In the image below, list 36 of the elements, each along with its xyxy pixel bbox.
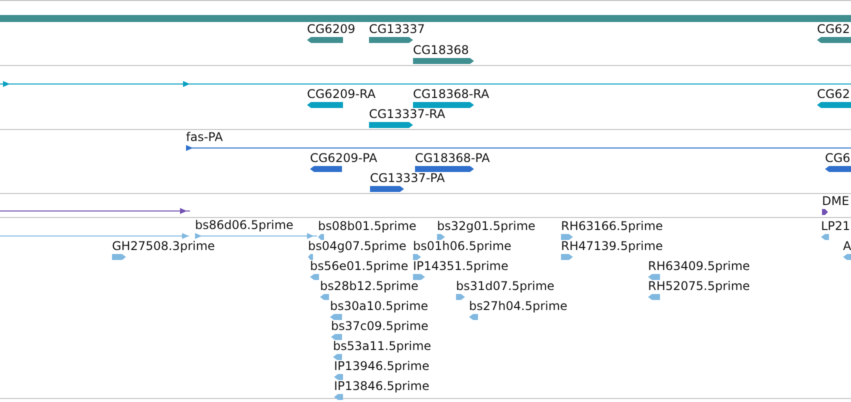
feature-label: RH52075.5prime bbox=[648, 279, 750, 293]
feature-label: CG13337-PA bbox=[370, 171, 445, 185]
feature-label: CG18368-PA bbox=[415, 151, 490, 165]
feature-label: bs27h04.5prime bbox=[469, 299, 568, 313]
feature-label: bs32g01.5prime bbox=[437, 219, 536, 233]
feature-label: IP13846.5prime bbox=[334, 379, 430, 393]
feature-label: bs86d06.5prime bbox=[195, 218, 294, 232]
feature-label: bs56e01.5prime bbox=[310, 259, 408, 273]
feature-label: fas-PA bbox=[186, 130, 224, 144]
feature-label: bs04g07.5prime bbox=[308, 239, 406, 253]
feature-label: RH63166.5prime bbox=[561, 219, 663, 233]
feature-label: RH47139.5prime bbox=[561, 239, 663, 253]
feature-label: LP21 bbox=[821, 219, 850, 233]
feature-label: IP13946.5prime bbox=[334, 359, 430, 373]
feature-label: bs53a11.5prime bbox=[333, 339, 432, 353]
feature-label: CG62 bbox=[817, 87, 851, 101]
feature-label: bs37c09.5prime bbox=[331, 319, 428, 333]
feature-label: CG13337 bbox=[369, 22, 425, 36]
feature-label: bs31d07.5prime bbox=[456, 279, 554, 293]
feature-label: A bbox=[843, 239, 851, 253]
feature-label: DME bbox=[822, 194, 850, 208]
feature-label: IP14351.5prime bbox=[413, 259, 508, 273]
feature-label: CG13337-RA bbox=[369, 107, 446, 121]
feature-label: CG18368-RA bbox=[413, 87, 490, 101]
feature-label: CG62 bbox=[817, 22, 851, 36]
feature-label: CG18368 bbox=[413, 43, 470, 57]
feature-label: bs08b01.5prime bbox=[318, 219, 416, 233]
feature-label: CG6209-RA bbox=[307, 87, 376, 101]
feature-label: bs01h06.5prime bbox=[413, 239, 512, 253]
feature-label: bs30a10.5prime bbox=[330, 299, 428, 313]
feature-label: CG6 bbox=[825, 151, 851, 165]
feature-label: CG6209-PA bbox=[310, 151, 378, 165]
feature-label: RH63409.5prime bbox=[648, 259, 750, 273]
feature-label: bs28b12.5prime bbox=[320, 279, 418, 293]
feature-label: CG6209 bbox=[307, 22, 356, 36]
feature-label: GH27508.3prime bbox=[112, 239, 215, 253]
